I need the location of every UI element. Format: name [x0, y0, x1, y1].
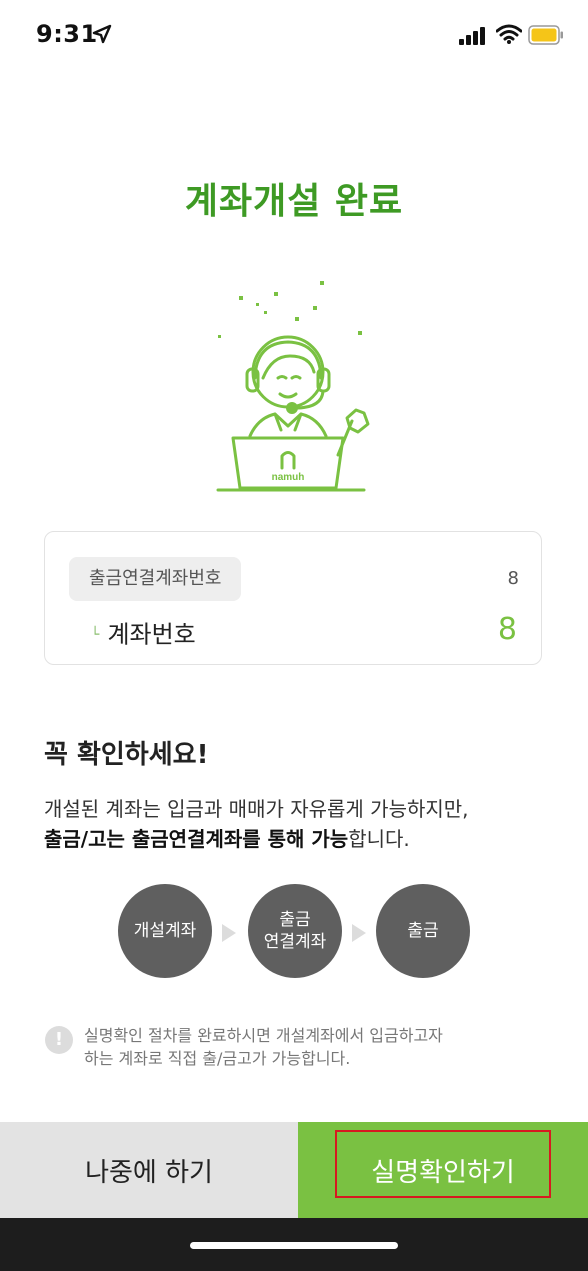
corner-arrow-icon: └	[91, 626, 100, 643]
notice-rest-text: 합니다.	[348, 827, 410, 851]
notice-title: 꼭 확인하세요!	[44, 740, 209, 770]
flow-step-opened-account: 개설계좌	[118, 884, 212, 978]
cellular-signal-icon	[459, 27, 485, 45]
highlight-box	[335, 1130, 551, 1198]
battery-icon	[528, 25, 563, 45]
notice-bold-text: 출금/고는 출금연결계좌를 통해 가능	[44, 827, 349, 851]
notice-text-line1: 개설된 계좌는 입금과 매매가 자유롭게 가능하지만,	[44, 797, 469, 821]
flow-step2-line1: 출금	[279, 910, 311, 930]
flow-arrow-icon	[352, 924, 366, 942]
home-indicator-area	[0, 1218, 588, 1271]
withdrawal-link-account-label: 출금연결계좌번호	[69, 557, 242, 601]
flow-step-linked-account: 출금 연결계좌	[248, 884, 342, 978]
wifi-icon	[496, 24, 522, 44]
later-button[interactable]: 나중에 하기	[0, 1122, 298, 1218]
bottom-button-bar: 나중에 하기 실명확인하기	[0, 1122, 588, 1218]
info-text-line1: 실명확인 절차를 완료하시면 개설계좌에서 입금하고자	[84, 1026, 443, 1045]
account-info-box: 출금연결계좌번호 8 └ 계좌번호 8	[44, 531, 542, 665]
info-exclamation-icon: !	[45, 1026, 73, 1054]
status-bar: 9:31	[0, 0, 588, 72]
verify-identity-button[interactable]: 실명확인하기	[298, 1122, 588, 1218]
info-text-line2: 하는 계좌로 직접 출/금고가 가능합니다.	[84, 1049, 351, 1068]
account-number-value: 8	[497, 612, 517, 647]
location-arrow-icon	[92, 24, 112, 44]
namuh-logo-text: namuh	[272, 472, 305, 483]
status-time: 9:31	[36, 20, 98, 48]
flow-step-withdrawal: 출금	[376, 884, 470, 978]
flow-step2-line2: 연결계좌	[263, 932, 327, 952]
page-title: 계좌개설 완료	[184, 181, 404, 222]
account-number-label: 계좌번호	[107, 620, 196, 649]
withdrawal-flow-diagram: 개설계좌 출금 연결계좌 출금	[118, 884, 470, 980]
agent-illustration: namuh	[216, 281, 370, 492]
account-number-row: └ 계좌번호	[91, 614, 196, 654]
home-indicator[interactable]	[190, 1242, 398, 1249]
withdrawal-link-account-value: 8	[507, 568, 519, 589]
flow-arrow-icon	[222, 924, 236, 942]
notice-text-line2: 출금/고는 출금연결계좌를 통해 가능합니다.	[44, 823, 410, 852]
